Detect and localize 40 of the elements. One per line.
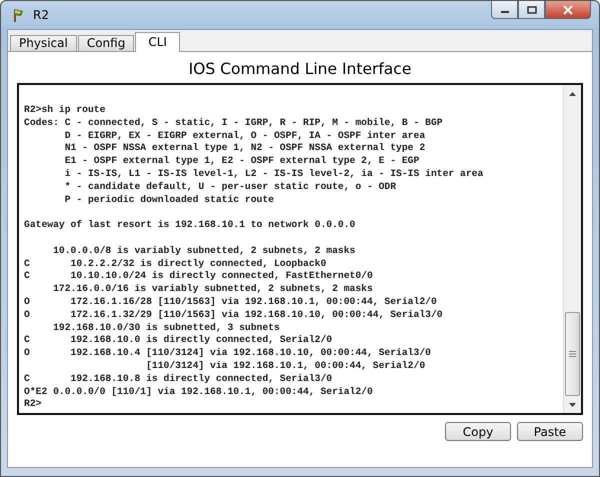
terminal-line: R2> <box>24 398 42 412</box>
terminal-line: O*E2 0.0.0.0/0 [110/1] via 192.168.10.1, 00:00:44, Serial2/0 <box>24 386 374 398</box>
action-button[interactable]: Copy <box>445 422 511 441</box>
scroll-thumb[interactable] <box>565 312 580 396</box>
maximize-button[interactable] <box>518 1 545 19</box>
terminal-line: 10.0.0.0/8 is variably subnetted, 2 subnets, 2 masks <box>52 244 356 258</box>
maximize-icon <box>526 6 536 14</box>
terminal-output[interactable] <box>17 83 583 415</box>
terminal-line: i - IS-IS, L1 - IS-IS level-1, L2 - IS-IS level-2, ia - IS-IS inter area <box>64 168 484 181</box>
action-button[interactable]: Paste <box>517 422 583 441</box>
terminal-line: * - candidate default, U - per-user static route, o - ODR <box>64 180 398 194</box>
tab[interactable]: Physical <box>10 35 77 51</box>
terminal-line: 192.168.10.0/30 is subnetted, 3 subnets <box>52 322 281 334</box>
window-title: R2 <box>33 8 50 22</box>
scrollbar[interactable] <box>563 85 581 413</box>
close-button[interactable] <box>545 1 591 19</box>
grip-icon <box>569 351 576 357</box>
panel-heading: IOS Command Line Interface <box>188 60 412 78</box>
terminal-line: O 172.16.1.16/28 [110/1563] via 192.168.10.1, 00:00:44, Serial2/0 <box>24 296 438 309</box>
terminal-line: E1 - OSPF external type 1, E2 - OSPF external type 2, E - EGP <box>64 155 420 168</box>
minimize-button[interactable] <box>491 1 518 19</box>
terminal-line: 172.16.0.0/16 is variably subnetted, 2 subnets, 2 masks <box>52 283 374 296</box>
tab[interactable]: Config <box>78 35 134 51</box>
terminal-line: O 192.168.10.4 [110/3124] via 192.168.10.10, 00:00:44, Serial3/0 <box>24 347 432 360</box>
terminal-line: P - periodic downloaded static route <box>64 194 275 206</box>
terminal-line: O 172.16.1.32/29 [110/1563] via 192.168.10.10, 00:00:44, Serial3/0 <box>24 308 444 322</box>
terminal-line: N1 - OSPF NSSA external type 1, N2 - OSPF NSSA external type 2 <box>64 142 426 156</box>
tab[interactable]: CLI <box>135 32 180 52</box>
terminal-line: Gateway of last resort is 192.168.10.1 to network 0.0.0.0 <box>24 219 356 232</box>
scroll-down-icon[interactable] <box>569 402 576 406</box>
terminal-line: Codes: C - connected, S - static, I - IGRP, R - RIP, M - mobile, B - BGP <box>24 116 444 130</box>
close-icon <box>562 4 574 14</box>
terminal-line: C 192.168.10.8 is directly connected, Serial3/0 <box>24 372 334 386</box>
terminal-line: D - EIGRP, EX - EIGRP external, O - OSPF, IA - OSPF inter area <box>64 130 426 142</box>
terminal-line: C 10.10.10.0/24 is directly connected, FastEthernet0/0 <box>24 270 374 284</box>
terminal-line: [110/3124] via 192.168.10.1, 00:00:44, Serial2/0 <box>145 360 426 373</box>
terminal-line: R2>sh ip route <box>24 104 106 117</box>
terminal-line: C 192.168.10.0 is directly connected, Serial2/0 <box>24 334 334 348</box>
scroll-up-icon[interactable] <box>569 92 576 96</box>
terminal-line: C 10.2.2.2/32 is directly connected, Loopback0 <box>24 258 328 270</box>
